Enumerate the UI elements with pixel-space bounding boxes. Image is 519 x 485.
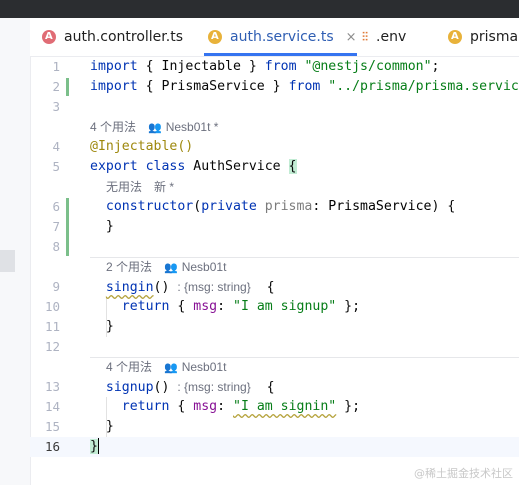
user-icon: 👥 xyxy=(164,362,178,374)
settings-icon: ⫶⫶ xyxy=(362,29,369,44)
code-line-15: } xyxy=(105,419,114,434)
line-number: 13 xyxy=(44,379,60,394)
angular-icon xyxy=(448,30,462,44)
usages-hint[interactable]: 4 个用法 👥 Nesb01t * xyxy=(90,117,218,137)
code-line-6: constructor(private prisma: PrismaServic… xyxy=(105,199,456,214)
code-line-9: singin() : {msg: string} { xyxy=(105,280,275,295)
line-number: 3 xyxy=(52,99,60,114)
line-number: 4 xyxy=(52,139,60,154)
code-line-2: import { PrismaService } from "../prisma… xyxy=(90,79,519,94)
tab-auth-service[interactable]: auth.service.ts × xyxy=(204,18,357,56)
tool-window-strip xyxy=(0,18,31,485)
line-number: 14 xyxy=(44,399,60,414)
line-number-gutter: 1 2 3 4 5 6 7 8 9 10 11 12 13 14 15 16 xyxy=(30,57,80,485)
line-number: 9 xyxy=(52,279,60,294)
tab-label: auth.service.ts xyxy=(230,29,334,45)
line-number: 11 xyxy=(44,319,60,334)
line-number: 15 xyxy=(44,419,60,434)
code-line-5: export class AuthService { xyxy=(90,159,297,174)
type-inlay-hint: : {msg: string} xyxy=(177,380,251,394)
current-line-highlight xyxy=(30,437,519,457)
editor-tab-bar: auth.controller.ts auth.service.ts × ⫶⫶ … xyxy=(30,18,519,57)
tab-prisma[interactable]: prisma.s xyxy=(448,18,519,56)
line-number: 1 xyxy=(52,59,60,74)
line-number: 6 xyxy=(52,199,60,214)
watermark: @稀土掘金技术社区 xyxy=(414,467,513,480)
window-top-bar xyxy=(0,0,519,18)
code-line-4: @Injectable() xyxy=(90,139,194,154)
code-line-13: signup() : {msg: string} { xyxy=(105,380,275,395)
tab-label: prisma.s xyxy=(470,29,519,45)
line-number: 2 xyxy=(52,79,60,94)
tab-auth-controller[interactable]: auth.controller.ts xyxy=(42,18,183,56)
line-number: 5 xyxy=(52,159,60,174)
tab-label: .env xyxy=(376,29,407,45)
code-line-16: } xyxy=(90,438,99,454)
vcs-modified-marker[interactable] xyxy=(66,198,69,256)
usages-hint[interactable]: 2 个用法 👥 Nesb01t xyxy=(106,257,226,277)
usages-hint[interactable]: 无用法新 * xyxy=(106,177,174,197)
usages-hint[interactable]: 4 个用法 👥 Nesb01t xyxy=(106,357,226,377)
tab-env[interactable]: ⫶⫶ .env xyxy=(362,18,406,56)
user-icon: 👥 xyxy=(148,122,162,134)
code-line-14: return { msg: "I am signin" }; xyxy=(121,399,361,414)
user-icon: 👥 xyxy=(164,262,178,274)
angular-icon xyxy=(42,30,56,44)
line-number: 10 xyxy=(44,299,60,314)
text-caret xyxy=(97,438,99,454)
tab-label: auth.controller.ts xyxy=(64,29,183,45)
type-inlay-hint: : {msg: string} xyxy=(177,280,251,294)
active-tab-indicator xyxy=(204,53,357,56)
line-number-current: 16 xyxy=(44,439,60,454)
line-number: 12 xyxy=(44,339,60,354)
code-editor[interactable]: 1 2 3 4 5 6 7 8 9 10 11 12 13 14 15 16 i… xyxy=(30,57,519,485)
code-line-10: return { msg: "I am signup" }; xyxy=(121,299,361,314)
angular-icon xyxy=(208,30,222,44)
line-number: 8 xyxy=(52,239,60,254)
selected-tool-indicator[interactable] xyxy=(0,250,15,272)
line-number: 7 xyxy=(52,219,60,234)
code-line-11: } xyxy=(105,319,114,334)
code-line-7: } xyxy=(105,219,114,234)
vcs-modified-marker[interactable] xyxy=(66,78,69,96)
code-line-1: import { Injectable } from "@nestjs/comm… xyxy=(90,59,440,74)
close-icon[interactable]: × xyxy=(346,30,357,45)
